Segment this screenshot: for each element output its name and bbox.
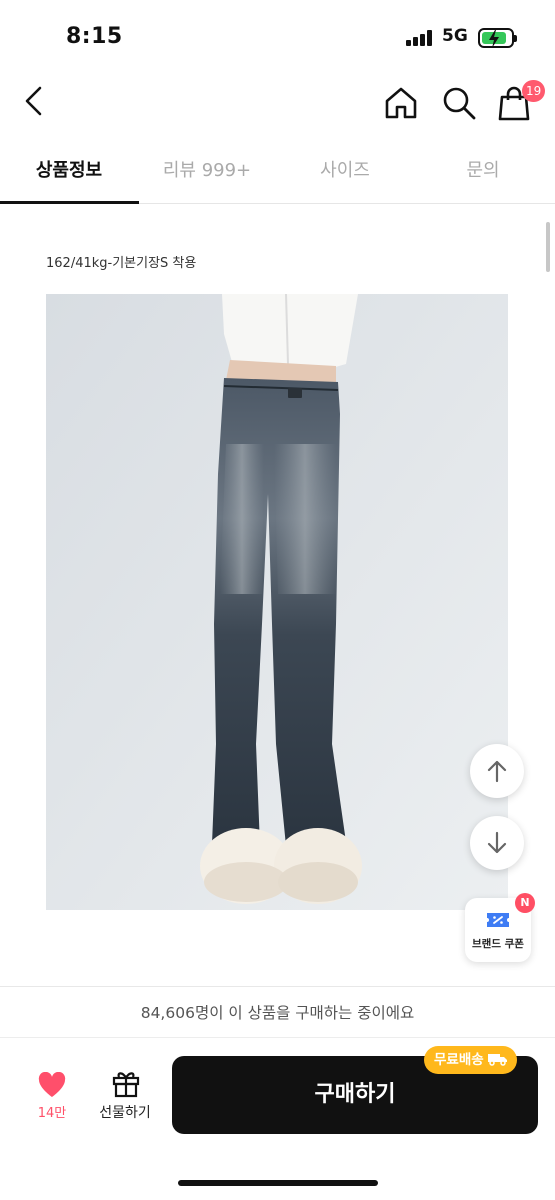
scroll-up-button[interactable] (470, 744, 524, 798)
heart-icon (38, 1072, 66, 1097)
battery-icon (478, 28, 517, 48)
gift-icon (112, 1072, 140, 1098)
tab-active-indicator (0, 201, 139, 204)
signal-icon (406, 30, 436, 46)
coupon-new-badge: N (515, 893, 535, 913)
home-indicator (178, 1180, 378, 1186)
home-button[interactable] (382, 84, 420, 122)
like-button[interactable]: 14만 (24, 1070, 80, 1130)
arrow-down-icon (487, 831, 507, 854)
coupon-icon (487, 913, 509, 927)
free-shipping-label: 무료배송 (434, 1052, 484, 1068)
search-button[interactable] (440, 84, 478, 122)
app-header (0, 70, 555, 134)
back-icon (25, 86, 42, 116)
status-time: 8:15 (66, 24, 123, 49)
back-button[interactable] (18, 84, 52, 118)
brand-coupon-label: 브랜드 쿠폰 (472, 938, 524, 950)
search-icon (443, 87, 476, 120)
arrow-up-icon (487, 760, 507, 783)
cart-count-badge: 19 (522, 80, 546, 102)
free-shipping-badge: 무료배송 (424, 1046, 517, 1074)
tab-inquiry[interactable]: 문의 (414, 140, 552, 202)
tab-reviews[interactable]: 리뷰 999+ (138, 140, 276, 202)
model-size-caption: 162/41kg-기본기장S 착용 (46, 256, 197, 271)
gift-label: 선물하기 (99, 1105, 151, 1121)
like-count: 14만 (37, 1106, 67, 1121)
truck-icon (487, 1054, 507, 1066)
product-tabs: 상품정보 리뷰 999+ 사이즈 문의 (0, 140, 555, 204)
gift-button[interactable]: 선물하기 (92, 1068, 158, 1128)
tab-product-info[interactable]: 상품정보 (0, 140, 138, 202)
product-image (46, 294, 508, 910)
buyers-count-banner: 84,606명이 이 상품을 구매하는 중이에요 (0, 986, 555, 1038)
status-bar: 8:15 5G (0, 0, 555, 70)
scrollbar[interactable] (546, 222, 550, 272)
network-type: 5G (442, 26, 468, 46)
home-icon (385, 87, 417, 119)
scroll-down-button[interactable] (470, 816, 524, 870)
tab-size[interactable]: 사이즈 (276, 140, 414, 202)
